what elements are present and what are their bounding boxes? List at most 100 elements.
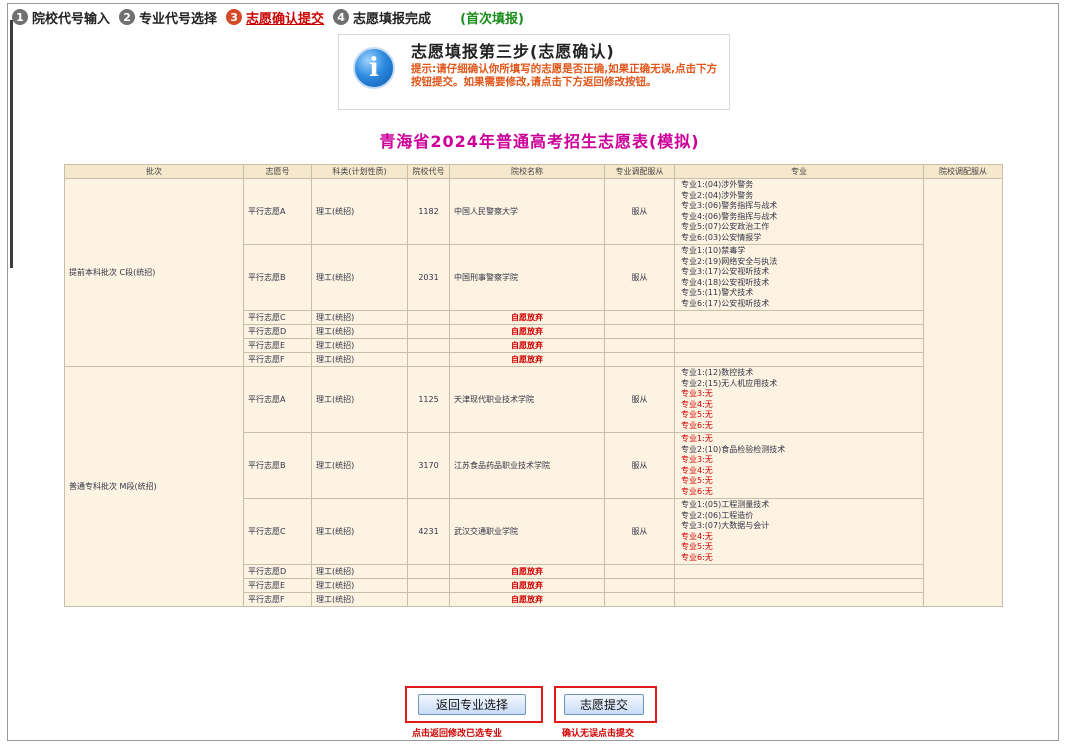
majors-cell: 专业1:(04)涉外警务 专业2:(04)涉外警务 专业3:(06)警务指挥与战术专… bbox=[674, 178, 924, 245]
major-item: 专业2:(10)食品检验检测技术 bbox=[681, 444, 786, 454]
given-up-cell: 自愿放弃 bbox=[449, 310, 605, 325]
given-up-cell: 自愿放弃 bbox=[449, 592, 605, 607]
majors-list: 专业1:(10)禁毒学 专业2:(19)网络安全与执法 专业3:(17)公安视听技术… bbox=[681, 246, 917, 309]
major-item: 专业6:无 bbox=[681, 552, 713, 562]
major-item: 专业4:无 bbox=[681, 465, 713, 475]
header-school-name: 院校名称 bbox=[449, 164, 605, 179]
volunteer-cell: 平行志愿B bbox=[243, 244, 312, 311]
majors-list: 专业1:(04)涉外警务 专业2:(04)涉外警务 专业3:(06)警务指挥与战术专… bbox=[681, 180, 917, 243]
header-major-adjust: 专业调配服从 bbox=[604, 164, 675, 179]
major-item: 专业5:无 bbox=[681, 410, 713, 419]
school-name-cell: 天津现代职业技术学院 bbox=[449, 366, 605, 433]
school-code-cell: 3170 bbox=[407, 432, 450, 499]
majors-list: 专业1:(12)数控技术 专业2:(15)无人机应用技术 专业3:无 专业4:无 专业5… bbox=[681, 368, 917, 431]
info-icon: i bbox=[353, 47, 395, 89]
volunteer-cell: 平行志愿D bbox=[243, 564, 312, 579]
major-item: 专业4:(18)公安视听技术 bbox=[681, 277, 770, 287]
step-number-icon: 3 bbox=[226, 9, 243, 25]
batch-cell: 普通专科批次 M段(统招) bbox=[64, 366, 244, 607]
step-3-current[interactable]: 3 志愿确认提交 bbox=[226, 8, 324, 27]
majors-cell bbox=[674, 578, 924, 593]
school-code-cell bbox=[407, 352, 450, 367]
volunteer-table: 批次 志愿号 科类(计划性质) 院校代号 院校名称 专业调配服从 专业 院校调配… bbox=[64, 164, 1003, 607]
major-item: 专业2:(04)涉外警务 bbox=[681, 190, 754, 200]
school-name-cell: 中国刑事警察学院 bbox=[449, 244, 605, 311]
table-header-row: 批次 志愿号 科类(计划性质) 院校代号 院校名称 专业调配服从 专业 院校调配… bbox=[64, 164, 1003, 179]
step-label: 专业代号选择 bbox=[139, 11, 218, 27]
table-body: 提前本科批次 C段(统招) 平行志愿A 理工(统招) 1182 中国人民警察大学 服从 专业… bbox=[64, 178, 1003, 607]
majors-cell bbox=[674, 352, 924, 367]
category-cell: 理工(统招) bbox=[311, 178, 408, 245]
major-adjust-cell bbox=[604, 324, 675, 339]
step-label: 志愿确认提交 bbox=[246, 11, 325, 27]
major-item: 专业3:无 bbox=[681, 455, 713, 464]
school-code-cell: 4231 bbox=[407, 498, 450, 565]
category-cell: 理工(统招) bbox=[311, 564, 408, 579]
header-school-code: 院校代号 bbox=[407, 164, 450, 179]
major-adjust-cell bbox=[604, 564, 675, 579]
category-cell: 理工(统招) bbox=[311, 244, 408, 311]
given-up-cell: 自愿放弃 bbox=[449, 324, 605, 339]
info-hint-text: 提示:请仔细确认你所填写的志愿是否正确,如果正确无误,点击下方按钮提交。如果需要… bbox=[411, 63, 718, 88]
volunteer-cell: 平行志愿E bbox=[243, 338, 312, 353]
step-4[interactable]: 4 志愿填报完成 bbox=[333, 8, 431, 27]
major-item: 专业2:(06)工程造价 bbox=[681, 510, 754, 520]
header-category: 科类(计划性质) bbox=[311, 164, 408, 179]
category-cell: 理工(统招) bbox=[311, 498, 408, 565]
page-title: 青海省2024年普通高考招生志愿表(模拟) bbox=[379, 132, 700, 151]
submit-hint: 确认无误点击提交 bbox=[562, 729, 635, 739]
volunteer-cell: 平行志愿F bbox=[243, 352, 312, 367]
volunteer-cell: 平行志愿C bbox=[243, 498, 312, 565]
category-cell: 理工(统招) bbox=[311, 578, 408, 593]
submit-button[interactable]: 志愿提交 bbox=[564, 694, 644, 715]
major-item: 专业6:(17)公安视听技术 bbox=[681, 298, 770, 308]
school-code-cell bbox=[407, 592, 450, 607]
volunteer-cell: 平行志愿B bbox=[243, 432, 312, 499]
major-item: 专业5:无 bbox=[681, 476, 713, 485]
back-to-major-button[interactable]: 返回专业选择 bbox=[418, 694, 526, 715]
volunteer-cell: 平行志愿A bbox=[243, 178, 312, 245]
major-item: 专业5:无 bbox=[681, 542, 713, 551]
step-2[interactable]: 2 专业代号选择 bbox=[119, 8, 217, 27]
category-cell: 理工(统招) bbox=[311, 366, 408, 433]
major-item: 专业4:无 bbox=[681, 531, 713, 541]
major-adjust-cell bbox=[604, 338, 675, 353]
step-number-icon: 1 bbox=[12, 9, 28, 25]
info-title: 志愿填报第三步(志愿确认) bbox=[411, 42, 615, 61]
major-item: 专业1:(10)禁毒学 bbox=[681, 246, 746, 255]
batch-cell: 提前本科批次 C段(统招) bbox=[64, 178, 244, 367]
majors-list: 专业1:(05)工程测量技术 专业2:(06)工程造价 专业3:(07)大数据与会计… bbox=[681, 500, 917, 563]
major-adjust-cell bbox=[604, 578, 675, 593]
school-code-cell bbox=[407, 564, 450, 579]
volunteer-cell: 平行志愿E bbox=[243, 578, 312, 593]
majors-cell bbox=[674, 324, 924, 339]
step-1[interactable]: 1 院校代号输入 bbox=[12, 8, 110, 27]
major-adjust-cell bbox=[604, 592, 675, 607]
info-panel: i 志愿填报第三步(志愿确认) 提示:请仔细确认你所填写的志愿是否正确,如果正确… bbox=[338, 34, 730, 110]
header-school-adjust: 院校调配服从 bbox=[923, 164, 1003, 179]
major-adjust-cell: 服从 bbox=[604, 498, 675, 565]
school-code-cell bbox=[407, 338, 450, 353]
major-item: 专业4:(06)警务指挥与战术 bbox=[681, 211, 778, 221]
given-up-cell: 自愿放弃 bbox=[449, 564, 605, 579]
given-up-cell: 自愿放弃 bbox=[449, 352, 605, 367]
majors-cell: 专业1:(12)数控技术 专业2:(15)无人机应用技术 专业3:无 专业4:无 专业5… bbox=[674, 366, 924, 433]
school-name-cell: 中国人民警察大学 bbox=[449, 178, 605, 245]
major-item: 专业6:无 bbox=[681, 486, 713, 496]
header-vol: 志愿号 bbox=[243, 164, 312, 179]
major-item: 专业3:(17)公安视听技术 bbox=[681, 267, 770, 276]
volunteer-cell: 平行志愿C bbox=[243, 310, 312, 325]
major-item: 专业4:无 bbox=[681, 399, 713, 409]
school-code-cell bbox=[407, 310, 450, 325]
majors-cell: 专业1:(05)工程测量技术 专业2:(06)工程造价 专业3:(07)大数据与会计… bbox=[674, 498, 924, 565]
major-item: 专业1:(04)涉外警务 bbox=[681, 180, 754, 189]
major-item: 专业6:无 bbox=[681, 420, 713, 430]
major-item: 专业1:(12)数控技术 bbox=[681, 368, 754, 377]
header-majors: 专业 bbox=[674, 164, 924, 179]
major-adjust-cell: 服从 bbox=[604, 366, 675, 433]
major-adjust-cell: 服从 bbox=[604, 432, 675, 499]
school-code-cell bbox=[407, 324, 450, 339]
major-adjust-cell: 服从 bbox=[604, 178, 675, 245]
major-item: 专业3:(07)大数据与会计 bbox=[681, 521, 770, 530]
category-cell: 理工(统招) bbox=[311, 324, 408, 339]
